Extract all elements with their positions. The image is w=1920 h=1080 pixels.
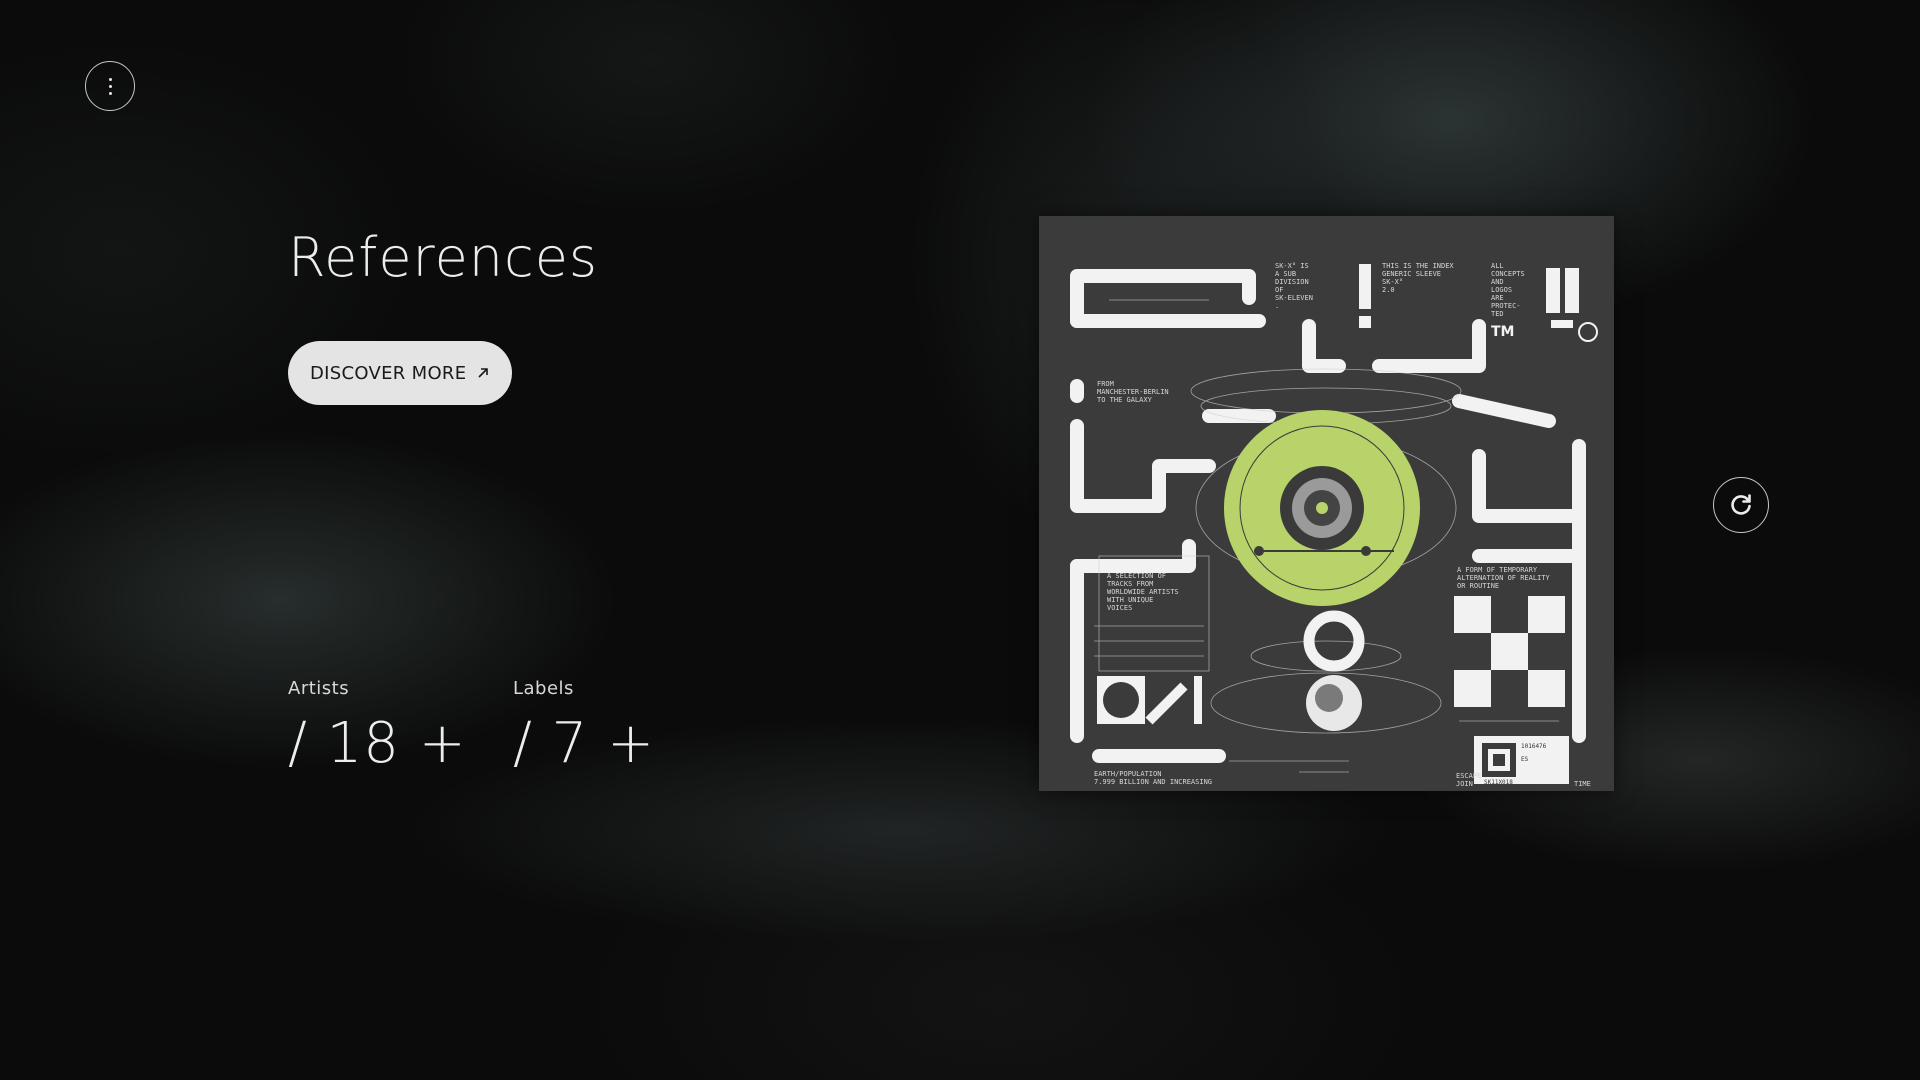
stat-label: Artists — [288, 678, 350, 699]
cover-tm: TM — [1491, 324, 1514, 340]
stat-labels: Labels / 7 + — [513, 678, 655, 776]
page-title: References — [288, 226, 599, 289]
stat-label: Labels — [513, 678, 574, 699]
stat-value: / 7 + — [513, 711, 656, 776]
cover-text: AND — [1491, 278, 1504, 286]
cover-text: OF — [1275, 286, 1283, 294]
cover-text: TED — [1491, 310, 1504, 318]
record-cover-artwork: TM SK-X° IS A SUB DIVISION OF SK-ELEVEN … — [1039, 216, 1614, 791]
refresh-icon — [1731, 494, 1751, 515]
sticker-text: 1016476 — [1521, 743, 1547, 750]
cover-text: A SELECTION OF — [1107, 572, 1166, 580]
cover-text: VOICES — [1107, 604, 1132, 612]
discover-more-label: DISCOVER MORE — [310, 362, 467, 384]
stat-artists: Artists / 18 + — [288, 678, 467, 776]
cover-text: ARE — [1491, 294, 1504, 302]
cover-text: A SUB — [1275, 270, 1296, 278]
cover-text: . — [1275, 302, 1279, 310]
cover-text: SK-X° — [1382, 278, 1403, 286]
cover-text: WORLDWIDE ARTISTS — [1107, 588, 1179, 596]
more-vertical-icon — [108, 77, 112, 95]
record-cover-image[interactable]: TM SK-X° IS A SUB DIVISION OF SK-ELEVEN … — [1039, 216, 1614, 791]
sticker-text: SK11X018 — [1484, 779, 1513, 786]
cover-text: EARTH/POPULATION — [1094, 770, 1161, 778]
cover-text: LOGOS — [1491, 286, 1512, 294]
cover-text: WITH UNIQUE — [1107, 596, 1153, 604]
cover-text: 7.999 BILLION AND INCREASING — [1094, 778, 1212, 786]
cover-text: DIVISION — [1275, 278, 1309, 286]
arrow-up-right-icon — [478, 368, 489, 378]
cover-text: MANCHESTER-BERLIN — [1097, 388, 1169, 396]
cover-text: SK-ELEVEN — [1275, 294, 1313, 302]
cover-text: ALTERNATION OF REALITY — [1457, 574, 1551, 582]
cover-text: GENERIC SLEEVE — [1382, 270, 1441, 278]
cover-text: CONCEPTS — [1491, 270, 1525, 278]
discover-more-button[interactable]: DISCOVER MORE — [288, 341, 513, 405]
refresh-button[interactable] — [1713, 477, 1769, 533]
sticker-text: ES — [1521, 756, 1529, 763]
cover-text: FROM — [1097, 380, 1114, 388]
cover-text: ESCAPE — [1456, 772, 1481, 780]
stat-value: / 18 + — [288, 711, 467, 776]
cover-text: SK-X° IS — [1275, 262, 1309, 270]
cover-text: TO THE GALAXY — [1097, 396, 1153, 404]
cover-text: OR ROUTINE — [1457, 582, 1499, 590]
cover-text: PROTEC- — [1491, 302, 1521, 310]
cover-text: A FORM OF TEMPORARY — [1457, 566, 1538, 574]
cover-text: ALL — [1491, 262, 1504, 270]
cover-text: TIME — [1574, 780, 1591, 788]
menu-button[interactable] — [85, 61, 135, 111]
cover-text: THIS IS THE INDEX — [1382, 262, 1454, 270]
cover-text: JOIN — [1456, 780, 1473, 788]
cover-text: TRACKS FROM — [1107, 580, 1153, 588]
cover-text: 2.0 — [1382, 286, 1395, 294]
page-background: References DISCOVER MORE Artists / 18 + … — [0, 0, 1920, 1080]
